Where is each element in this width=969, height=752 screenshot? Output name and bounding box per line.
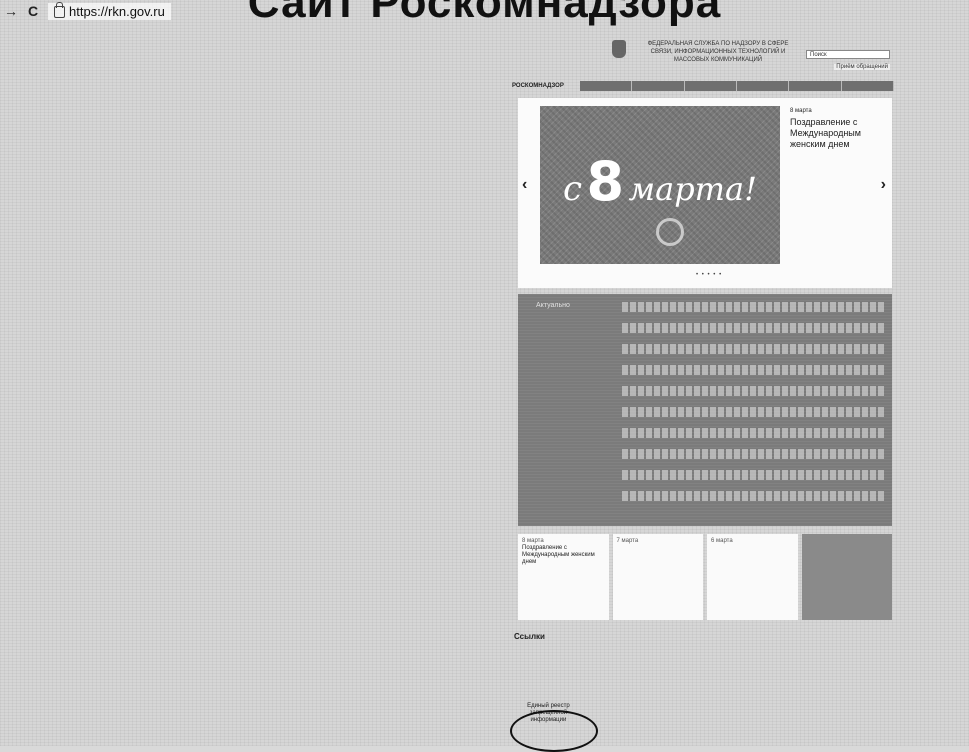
banner-slider: ‹ с 8 марта! 8 марта Поздравление с Межд… bbox=[518, 98, 892, 288]
list-item[interactable] bbox=[622, 491, 886, 501]
news-card[interactable]: 7 марта bbox=[612, 534, 703, 620]
flower-icon bbox=[656, 218, 684, 246]
slider-prev-icon[interactable]: ‹ bbox=[522, 176, 527, 194]
all-news-card[interactable] bbox=[801, 534, 892, 620]
url-field[interactable]: https://rkn.gov.ru bbox=[48, 2, 171, 20]
list-item[interactable] bbox=[622, 365, 886, 375]
browser-address-bar: → C https://rkn.gov.ru bbox=[0, 0, 969, 22]
list-item[interactable] bbox=[622, 449, 886, 459]
site-nav: РОСКОМНАДЗОР bbox=[510, 80, 894, 92]
site-page: ФЕДЕРАЛЬНАЯ СЛУЖБА ПО НАДЗОРУ В СФЕРЕ СВ… bbox=[510, 38, 894, 752]
banner-image[interactable]: с 8 марта! bbox=[540, 106, 780, 264]
emblem-icon bbox=[612, 40, 626, 58]
site-logo[interactable]: РОСКОМНАДЗОР bbox=[510, 83, 580, 89]
lock-icon bbox=[54, 2, 65, 18]
reception-link[interactable]: Приём обращений bbox=[834, 64, 890, 70]
links-row bbox=[510, 647, 894, 691]
forward-arrow-icon[interactable]: → bbox=[4, 3, 18, 19]
news-card[interactable]: 8 марта Поздравление с Международным жен… bbox=[518, 534, 609, 620]
site-header: ФЕДЕРАЛЬНАЯ СЛУЖБА ПО НАДЗОРУ В СФЕРЕ СВ… bbox=[510, 38, 894, 78]
slider-next-icon[interactable]: › bbox=[881, 176, 886, 194]
search-input[interactable]: Поиск bbox=[806, 50, 890, 59]
list-item[interactable] bbox=[622, 386, 886, 396]
reload-icon[interactable]: C bbox=[26, 3, 40, 19]
news-list bbox=[622, 302, 886, 512]
url-text: https://rkn.gov.ru bbox=[69, 3, 165, 19]
news-cards: 8 марта Поздравление с Международным жен… bbox=[518, 534, 892, 620]
slider-dots[interactable]: • • • • • bbox=[696, 272, 722, 278]
slide-caption[interactable]: 8 марта Поздравление с Международным жен… bbox=[790, 106, 886, 150]
list-item[interactable] bbox=[622, 323, 886, 333]
list-item[interactable] bbox=[622, 407, 886, 417]
list-item[interactable] bbox=[622, 428, 886, 438]
news-block: Актуально bbox=[518, 294, 892, 526]
list-item[interactable] bbox=[622, 344, 886, 354]
news-card[interactable]: 6 марта bbox=[707, 534, 798, 620]
news-heading: Актуально bbox=[536, 302, 570, 309]
list-item[interactable] bbox=[622, 470, 886, 480]
list-item[interactable] bbox=[622, 302, 886, 312]
main-menu[interactable] bbox=[580, 81, 894, 91]
agency-name: ФЕДЕРАЛЬНАЯ СЛУЖБА ПО НАДЗОРУ В СФЕРЕ СВ… bbox=[647, 41, 789, 63]
links-title: Ссылки bbox=[514, 632, 545, 641]
banner-text: с 8 марта! bbox=[563, 150, 757, 213]
